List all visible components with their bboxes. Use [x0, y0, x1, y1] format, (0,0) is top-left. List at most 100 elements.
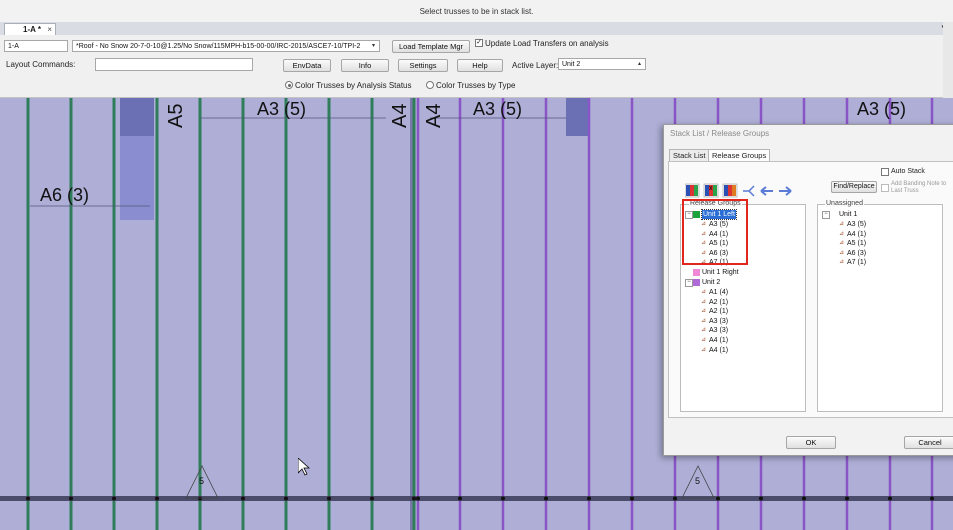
truss-item[interactable]: A7 (1): [847, 258, 866, 267]
tab-1-a[interactable]: 1-A * ×: [4, 23, 56, 35]
chord-node: [630, 496, 634, 501]
release-group-item[interactable]: Unit 1 Right: [702, 268, 739, 277]
active-layer-select[interactable]: Unit 2 ▴: [558, 58, 646, 70]
help-button[interactable]: Help: [457, 59, 503, 72]
layer-code-value: 1-A: [8, 43, 19, 50]
chord-node: [412, 496, 416, 501]
chord-node: [845, 496, 849, 501]
truss-item[interactable]: A3 (5): [847, 220, 866, 229]
chord-node: [284, 496, 288, 501]
chevron-down-icon[interactable]: ▾: [369, 42, 378, 50]
arrow-right-icon[interactable]: [779, 186, 792, 196]
group-color-swatch: [693, 269, 700, 276]
unassigned-group-item[interactable]: Unit 1: [839, 210, 857, 219]
truss-item[interactable]: A3 (3): [709, 317, 728, 326]
truss-item[interactable]: A3 (3): [709, 326, 728, 335]
auto-stack-label: Auto Stack: [891, 168, 925, 175]
cancel-button[interactable]: Cancel: [904, 436, 953, 449]
truss-item[interactable]: A2 (1): [709, 298, 728, 307]
vertical-scrollbar[interactable]: [943, 22, 953, 98]
truss-icon: ⊿: [701, 337, 707, 343]
truss-label: A4: [423, 104, 445, 128]
settings-button[interactable]: Settings: [398, 59, 448, 72]
truss-icon: ⊿: [839, 259, 845, 266]
truss-item[interactable]: A6 (3): [847, 249, 866, 258]
active-layer-value: Unit 2: [562, 61, 581, 68]
chord-node: [241, 496, 245, 501]
truss-item[interactable]: A4 (1): [847, 230, 866, 239]
remove-group-icon[interactable]: x: [703, 183, 719, 198]
truss-line: [155, 98, 159, 530]
ok-button[interactable]: OK: [786, 436, 836, 449]
chord-node: [327, 496, 331, 501]
truss-icon: ⊿: [701, 346, 707, 353]
template-select[interactable]: *Roof - No Snow 20-7-0-10@1.25/No Snow/1…: [72, 40, 380, 52]
auto-stack-checkbox[interactable]: [881, 168, 889, 176]
chord-node: [888, 496, 892, 501]
dark-block-right: [566, 98, 588, 136]
truss-line: [69, 98, 73, 530]
find-replace-button[interactable]: Find/Replace: [831, 181, 877, 193]
chord-node: [458, 496, 462, 501]
add-banding-label: Add Banding Note to Last Truss: [891, 181, 947, 194]
add-group-icon[interactable]: [685, 183, 700, 198]
truss-icon: ⊿: [701, 317, 707, 324]
unassigned-tree[interactable]: − Unit 1 ⊿ A3 (5) ⊿ A4 (1) ⊿ A5 (1) ⊿ A6 (3) ⊿ A7 (…: [817, 204, 943, 412]
truss-line: [284, 98, 288, 530]
expand-toggle[interactable]: −: [822, 211, 830, 219]
color-by-status-radio[interactable]: [285, 81, 293, 89]
chord-node: [930, 496, 934, 501]
layout-commands-label: Layout Commands:: [6, 60, 76, 69]
release-group-item[interactable]: Unit 2: [702, 278, 720, 287]
arrow-left-icon[interactable]: [760, 186, 773, 196]
truss-label: A5: [165, 104, 187, 128]
status-bar: Select trusses to be in stack list.: [0, 0, 953, 23]
envdata-button[interactable]: EnvData: [283, 59, 331, 72]
edit-group-icon[interactable]: [722, 183, 738, 198]
chord-node: [69, 496, 73, 501]
color-by-status-label: Color Trusses by Analysis Status: [295, 81, 412, 90]
green-truss-group: [26, 98, 416, 530]
truss-icon: ⊿: [701, 327, 707, 334]
truss-icon: ⊿: [839, 230, 845, 237]
release-group-tools: x: [685, 183, 792, 198]
truss-label: A3 (5): [857, 99, 906, 119]
truss-line: [412, 98, 416, 530]
layer-code-field[interactable]: 1-A: [4, 40, 68, 52]
truss-icon: ⊿: [839, 221, 845, 227]
truss-label: A6 (3): [40, 185, 89, 205]
add-banding-checkbox[interactable]: [881, 184, 889, 192]
chord-node: [673, 496, 677, 501]
truss-label: A3 (5): [257, 99, 306, 119]
truss-item[interactable]: A5 (1): [847, 239, 866, 248]
layout-commands-input[interactable]: [95, 58, 253, 71]
truss-icon: ⊿: [701, 289, 707, 295]
bearing-label: 5: [695, 476, 700, 486]
bottom-chord: [0, 496, 953, 501]
chevron-down-icon[interactable]: ▴: [635, 60, 644, 68]
truss-item[interactable]: A2 (1): [709, 307, 728, 316]
expand-toggle[interactable]: −: [685, 279, 693, 287]
stack-list-dialog: Stack List / Release Groups Stack List R…: [663, 124, 953, 456]
load-template-mgr-button[interactable]: Load Template Mgr: [392, 40, 470, 53]
truss-label: A3 (5): [473, 99, 522, 119]
truss-item[interactable]: A4 (1): [709, 336, 728, 345]
truss-line: [198, 98, 202, 530]
info-button[interactable]: Info: [341, 59, 389, 72]
truss-line: [630, 98, 634, 530]
color-by-type-radio[interactable]: [426, 81, 434, 89]
chord-node: [716, 496, 720, 501]
truss-label: A4: [389, 104, 411, 128]
truss-item[interactable]: A4 (1): [709, 346, 728, 355]
chord-node: [587, 496, 591, 501]
update-load-transfers-checkbox[interactable]: ✓: [475, 39, 483, 47]
truss-line: [501, 98, 505, 530]
template-value: *Roof - No Snow 20-7-0-10@1.25/No Snow/1…: [76, 43, 361, 50]
split-icon[interactable]: [743, 185, 755, 197]
truss-line: [112, 98, 116, 530]
tab-label: 1-A *: [23, 25, 41, 34]
highlight-annotation: [682, 199, 748, 265]
truss-item[interactable]: A1 (4): [709, 288, 728, 297]
truss-line: [416, 98, 420, 530]
truss-icon: ⊿: [701, 298, 707, 305]
